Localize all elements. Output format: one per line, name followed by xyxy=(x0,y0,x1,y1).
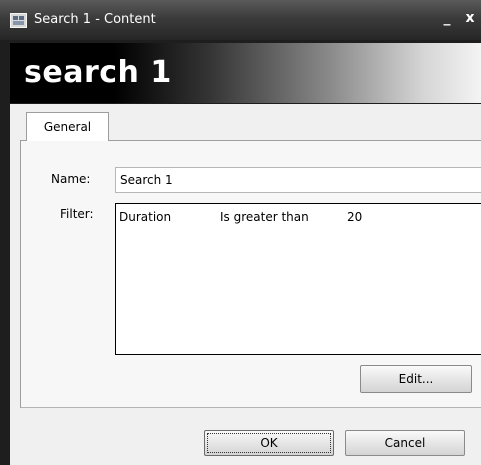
close-button[interactable]: x xyxy=(462,10,478,26)
filter-operator: Is greater than xyxy=(220,210,309,224)
dialog-content: General Name: Filter: Duration Is greate… xyxy=(10,104,481,465)
minimize-button[interactable]: _ xyxy=(440,10,454,26)
tab-panel-general: Name: Filter: Duration Is greater than 2… xyxy=(20,140,481,408)
name-label: Name: xyxy=(51,172,91,186)
title-bar[interactable]: Search 1 - Content _ x xyxy=(0,0,481,40)
filter-value: 20 xyxy=(347,210,363,224)
cancel-button[interactable]: Cancel xyxy=(345,430,465,456)
filter-row[interactable]: Duration Is greater than 20 xyxy=(119,210,479,226)
edit-button[interactable]: Edit... xyxy=(360,365,472,393)
dialog-window: Search 1 - Content _ x search 1 General … xyxy=(0,0,481,465)
window-app-icon xyxy=(10,13,27,28)
filter-label: Filter: xyxy=(60,207,94,221)
name-input[interactable] xyxy=(115,167,481,193)
banner-title: search 1 xyxy=(24,55,172,90)
window-title: Search 1 - Content xyxy=(34,12,156,27)
filter-list[interactable]: Duration Is greater than 20 xyxy=(115,203,481,355)
filter-field: Duration xyxy=(119,210,172,224)
header-banner: search 1 xyxy=(10,43,481,103)
ok-button[interactable]: OK xyxy=(204,430,334,456)
tab-general[interactable]: General xyxy=(26,112,109,141)
